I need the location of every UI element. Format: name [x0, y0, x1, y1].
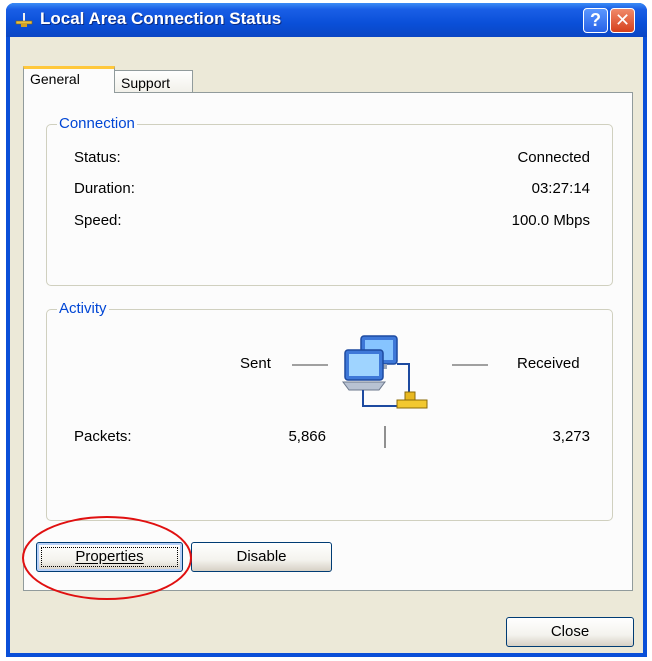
window-title: Local Area Connection Status	[40, 9, 282, 28]
close-window-button[interactable]: ✕	[610, 8, 635, 33]
sent-label: Sent	[240, 355, 271, 372]
annotation-circle	[22, 516, 192, 600]
connection-group-title: Connection	[57, 115, 137, 132]
help-button[interactable]: ?	[583, 8, 608, 33]
disable-button[interactable]: Disable	[191, 542, 332, 572]
close-button-label: Close	[550, 623, 590, 640]
activity-group-title: Activity	[57, 300, 109, 317]
packets-sent-value: 5,866	[288, 428, 326, 445]
close-button[interactable]: Close	[506, 617, 634, 647]
network-computers-icon	[342, 335, 428, 409]
duration-value: 03:27:14	[531, 180, 590, 197]
speed-value: 100.0 Mbps	[511, 212, 590, 229]
connection-group: Connection Status: Connected Duration: 0…	[46, 115, 613, 286]
tab-support[interactable]: Support	[114, 70, 193, 94]
packets-label: Packets:	[74, 428, 132, 445]
title-bar[interactable]: Local Area Connection Status ? ✕	[6, 3, 647, 37]
packets-divider	[384, 426, 386, 448]
activity-group: Activity Sent Received Packets: 5,866 3,…	[46, 300, 613, 521]
tab-general[interactable]: General	[23, 66, 115, 93]
received-divider-line	[452, 364, 488, 366]
network-connection-icon	[15, 13, 33, 27]
status-label: Status:	[74, 149, 121, 166]
disable-button-label: Disable	[236, 548, 287, 565]
speed-label: Speed:	[74, 212, 122, 229]
status-value: Connected	[517, 149, 590, 166]
received-label: Received	[517, 355, 580, 372]
packets-received-value: 3,273	[552, 428, 590, 445]
sent-divider-line	[292, 364, 328, 366]
duration-label: Duration:	[74, 180, 135, 197]
